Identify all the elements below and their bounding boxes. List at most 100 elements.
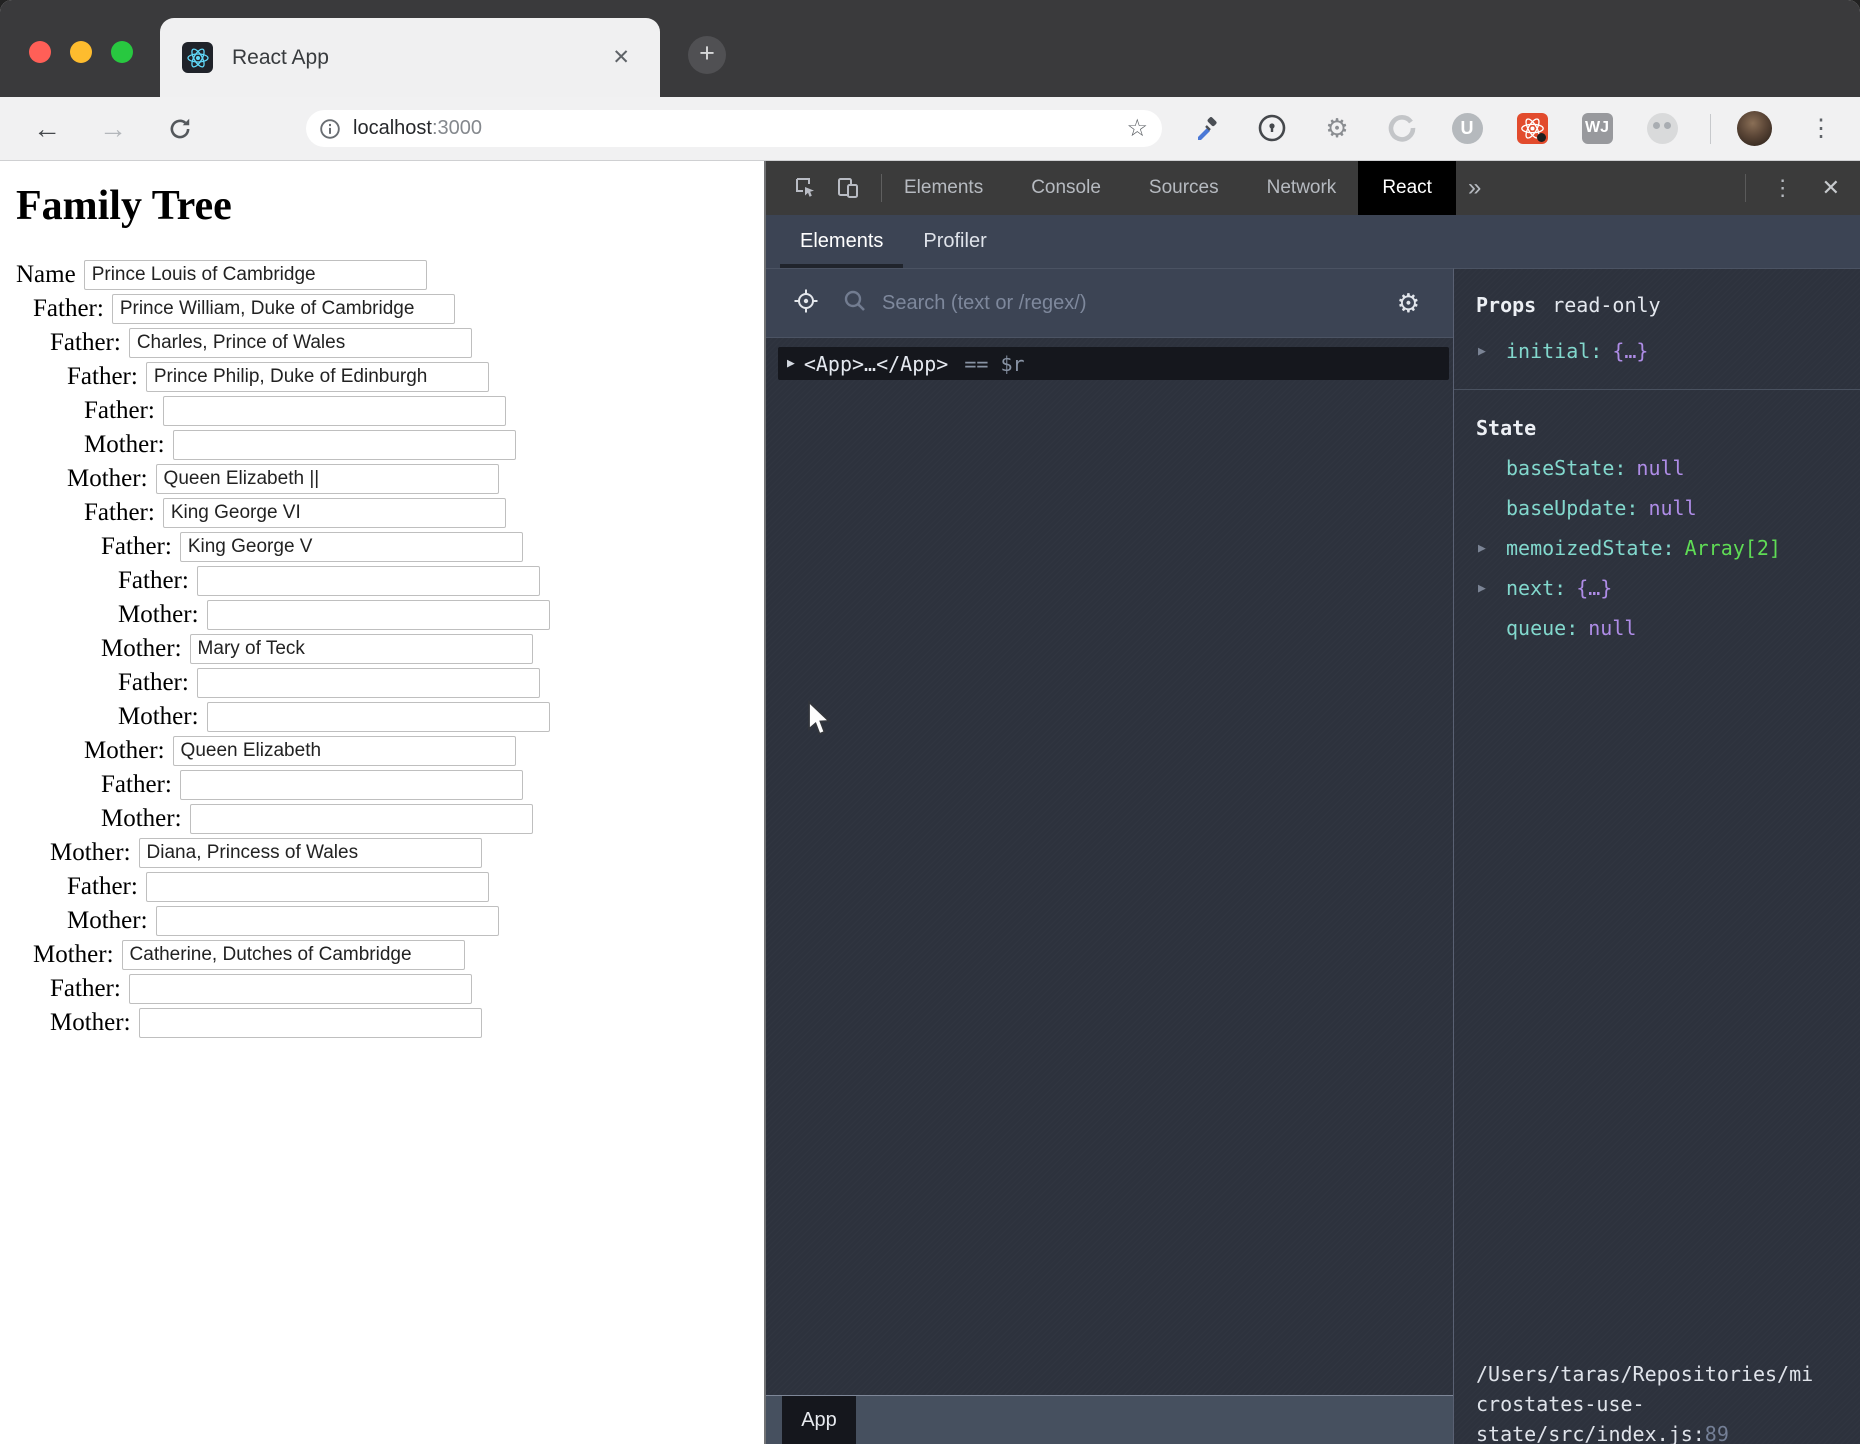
expand-arrow-icon[interactable]: ▶ — [787, 356, 795, 371]
ublock-extension-icon[interactable]: U — [1450, 111, 1484, 145]
state-title: State — [1476, 416, 1536, 440]
devtools-menu-icon[interactable]: ⋮ — [1772, 175, 1794, 201]
ember-extension-icon[interactable] — [1645, 111, 1679, 145]
browser-tab[interactable]: React App ✕ — [160, 18, 660, 97]
family-label: Mother: — [67, 907, 148, 935]
inspect-element-icon[interactable] — [789, 171, 823, 205]
family-input[interactable] — [163, 498, 506, 528]
source-path-line: state/src/index.js: — [1476, 1422, 1705, 1444]
family-label: Mother: — [101, 635, 182, 663]
expand-arrow-icon[interactable]: ▶ — [1478, 344, 1486, 359]
family-input[interactable] — [207, 702, 550, 732]
source-file-link[interactable]: /Users/taras/Repositories/mi crostates-u… — [1476, 1359, 1856, 1444]
family-input[interactable] — [197, 668, 540, 698]
wsj-extension-icon[interactable]: WJ — [1580, 111, 1614, 145]
breadcrumb-bar: App — [766, 1395, 1453, 1444]
family-input[interactable] — [197, 566, 540, 596]
react-panel-tab-elements[interactable]: Elements — [780, 215, 903, 268]
bookmark-star-icon[interactable]: ☆ — [1126, 114, 1148, 143]
family-input[interactable] — [122, 940, 465, 970]
family-input[interactable] — [112, 294, 455, 324]
family-row: Mother: — [14, 634, 764, 664]
family-row: Father: — [14, 362, 764, 392]
devtools-tab-react[interactable]: React — [1358, 161, 1456, 215]
mouse-cursor — [806, 700, 834, 745]
back-button[interactable]: ← — [27, 97, 67, 160]
devtools-panel: Elements Console Sources Network React » ⋮ ✕… — [764, 161, 1860, 1444]
family-row: Father: — [14, 396, 764, 426]
family-input[interactable] — [180, 770, 523, 800]
inspector-key: baseUpdate: — [1506, 496, 1638, 520]
family-input[interactable] — [139, 838, 482, 868]
family-input[interactable] — [84, 260, 427, 290]
zoom-window-button[interactable] — [111, 41, 133, 63]
devtools-tab-console[interactable]: Console — [1031, 161, 1101, 215]
family-input[interactable] — [180, 532, 523, 562]
family-input[interactable] — [146, 362, 489, 392]
loop-extension-icon[interactable] — [1385, 111, 1419, 145]
family-label: Father: — [118, 567, 189, 595]
reload-button[interactable] — [160, 97, 200, 160]
props-rows: ▶initial:{…} — [1476, 331, 1852, 371]
breadcrumb-app[interactable]: App — [782, 1396, 856, 1444]
family-input[interactable] — [146, 872, 489, 902]
inspector-row-baseState: baseState:null — [1476, 448, 1852, 488]
react-devtools-extension-icon[interactable] — [1515, 111, 1549, 145]
family-row: Mother: — [14, 464, 764, 494]
family-row: Mother: — [14, 702, 764, 732]
family-input[interactable] — [173, 736, 516, 766]
devtools-tab-sources[interactable]: Sources — [1149, 161, 1219, 215]
settings-gear-extension-icon[interactable]: ⚙ — [1320, 111, 1354, 145]
family-input[interactable] — [190, 634, 533, 664]
inspector-value: {…} — [1576, 576, 1612, 600]
family-label: Mother: — [50, 1009, 131, 1037]
inspector-row-initial[interactable]: ▶initial:{…} — [1476, 331, 1852, 371]
forward-button[interactable]: → — [93, 97, 133, 160]
family-label: Mother: — [118, 703, 199, 731]
family-input[interactable] — [129, 974, 472, 1004]
family-input[interactable] — [139, 1008, 482, 1038]
device-toolbar-icon[interactable] — [831, 171, 865, 205]
inspector-row-memoizedState[interactable]: ▶memoizedState:Array[2] — [1476, 528, 1852, 568]
page-title: Family Tree — [16, 182, 764, 230]
family-label: Name — [16, 261, 76, 289]
select-element-crosshair-icon[interactable] — [792, 287, 820, 320]
onepassword-extension-icon[interactable] — [1255, 111, 1289, 145]
react-search-bar: ⚙ — [766, 268, 1453, 338]
family-label: Father: — [33, 295, 104, 323]
search-input[interactable] — [882, 292, 1397, 315]
close-window-button[interactable] — [29, 41, 51, 63]
family-input[interactable] — [156, 906, 499, 936]
react-favicon-icon — [182, 42, 213, 73]
devtools-tab-elements[interactable]: Elements — [904, 161, 983, 215]
site-info-icon[interactable] — [319, 118, 341, 140]
family-input[interactable] — [207, 600, 550, 630]
selected-component-row[interactable]: ▶ <App>…</App> == $r — [778, 347, 1449, 380]
more-tabs-icon[interactable]: » — [1468, 174, 1481, 202]
family-input[interactable] — [190, 804, 533, 834]
family-label: Mother: — [50, 839, 131, 867]
new-tab-button[interactable]: + — [688, 36, 726, 74]
family-input[interactable] — [173, 430, 516, 460]
react-panel-tab-profiler[interactable]: Profiler — [903, 215, 1006, 268]
inspector-row-next[interactable]: ▶next:{…} — [1476, 568, 1852, 608]
family-input[interactable] — [129, 328, 472, 358]
expand-arrow-icon[interactable]: ▶ — [1478, 541, 1486, 556]
family-input[interactable] — [156, 464, 499, 494]
expand-arrow-icon[interactable]: ▶ — [1478, 581, 1486, 596]
devtools-tab-network[interactable]: Network — [1267, 161, 1337, 215]
devtools-close-icon[interactable]: ✕ — [1822, 175, 1840, 201]
family-label: Father: — [67, 363, 138, 391]
eyedropper-extension-icon[interactable] — [1190, 111, 1224, 145]
minimize-window-button[interactable] — [70, 41, 92, 63]
tab-close-icon[interactable]: ✕ — [612, 45, 630, 70]
address-bar[interactable]: localhost:3000 ☆ — [306, 110, 1162, 147]
family-input[interactable] — [163, 396, 506, 426]
family-label: Mother: — [84, 431, 165, 459]
browser-menu-icon[interactable]: ⋮ — [1806, 111, 1836, 146]
family-row: Mother: — [14, 600, 764, 630]
settings-gear-icon[interactable]: ⚙ — [1397, 290, 1420, 316]
profile-avatar[interactable] — [1737, 111, 1772, 146]
inspector-row-queue: queue:null — [1476, 608, 1852, 648]
devtools-tabs: Elements Console Sources Network React — [904, 161, 1456, 215]
